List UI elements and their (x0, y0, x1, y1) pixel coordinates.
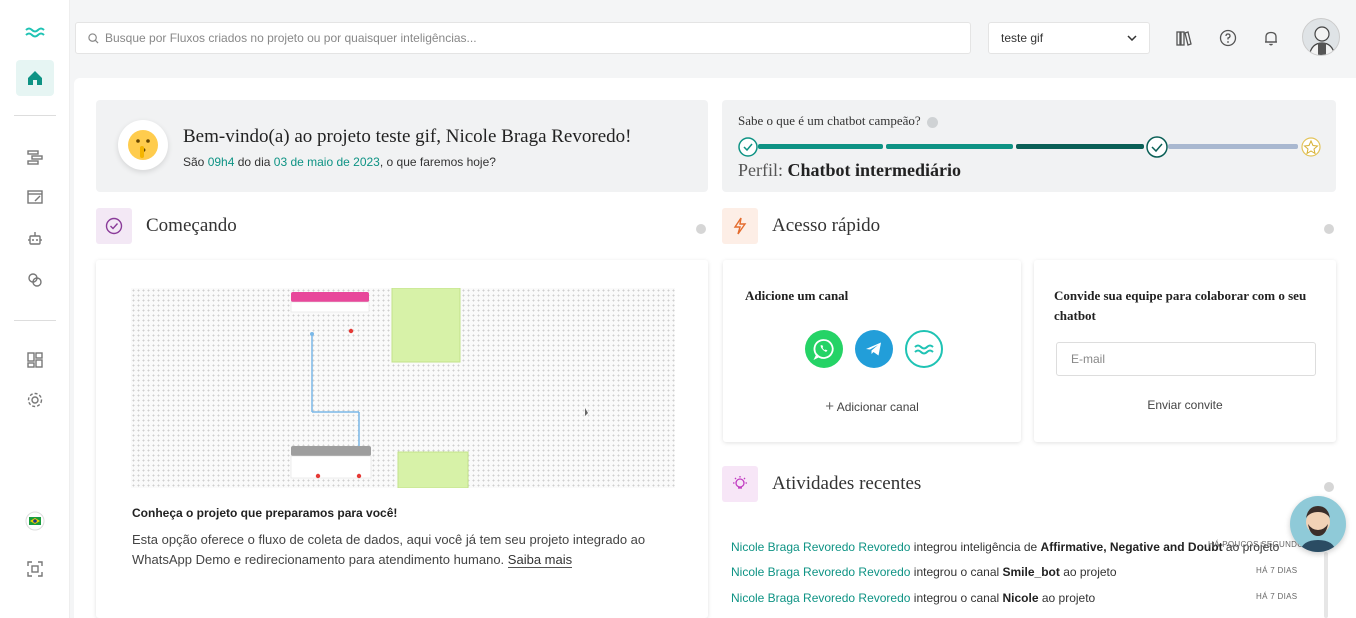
add-channel-card: Adicione um canal + Adicionar canal (723, 260, 1021, 442)
activity-time: HÁ 7 DIAS (1256, 592, 1298, 601)
section-recent-title: Atividades recentes (772, 473, 922, 494)
info-icon[interactable] (1324, 224, 1334, 234)
sidebar-divider (14, 115, 56, 116)
check-circle-icon (96, 208, 132, 244)
activity-item: Nicole Braga Revoredo Revoredo integrou … (731, 591, 1095, 605)
info-icon[interactable] (696, 224, 706, 234)
progress-check-start-icon (738, 137, 758, 157)
activity-user[interactable]: Nicole Braga Revoredo Revoredo (731, 540, 910, 554)
profile-label: Perfil: (738, 160, 783, 180)
champion-title-text: Sabe o que é um chatbot campeão? (738, 113, 921, 128)
assistant-bot-button[interactable] (1290, 496, 1346, 552)
lightbulb-icon (722, 466, 758, 502)
add-channel-title: Adicione um canal (745, 288, 849, 303)
welcome-date: 03 de maio de 2023 (273, 155, 380, 169)
search-bar[interactable] (75, 22, 971, 54)
profile-level: Perfil: Chatbot intermediário (738, 160, 961, 181)
activity-target: Nicole (1002, 591, 1039, 605)
search-icon (88, 32, 99, 44)
welcome-card: Bem-vindo(a) ao projeto teste gif, Nicol… (96, 100, 708, 192)
sidebar (0, 0, 70, 618)
email-field[interactable] (1056, 342, 1316, 376)
activity-action: integrou inteligência de (910, 540, 1041, 554)
activity-time: HÁ 7 DIAS (1256, 566, 1298, 575)
whatsapp-icon[interactable] (805, 330, 843, 368)
section-recent-header: Atividades recentes (722, 466, 921, 502)
activity-item: Nicole Braga Revoredo Revoredo integrou … (731, 565, 1117, 579)
section-starting-title: Começando (146, 215, 237, 236)
dashboard-icon[interactable] (16, 342, 54, 378)
info-icon[interactable] (1324, 482, 1334, 492)
progress-star-icon (1301, 137, 1321, 157)
welcome-subtitle: São 09h4 do dia 03 de maio de 2023, o qu… (183, 155, 496, 169)
plus-icon: + (825, 398, 835, 415)
invite-title: Convide sua equipe para colaborar com o … (1054, 288, 1307, 323)
activity-user[interactable]: Nicole Braga Revoredo Revoredo (731, 591, 910, 605)
activity-suffix: ao projeto (1059, 565, 1117, 579)
activity-user[interactable]: Nicole Braga Revoredo Revoredo (731, 565, 910, 579)
activity-action: integrou o canal (910, 565, 1003, 579)
welcome-time: 09h4 (207, 155, 235, 169)
settings-gear-icon[interactable] (16, 382, 54, 418)
starting-project-card: Conheça o projeto que preparamos para vo… (96, 260, 708, 618)
search-input[interactable] (105, 31, 955, 45)
champion-progress-bar (738, 136, 1321, 158)
section-starting-header: Começando (96, 208, 237, 244)
flow-preview-image[interactable] (131, 288, 675, 488)
top-bar: teste gif (70, 0, 1356, 78)
blip-logo-icon[interactable] (16, 14, 54, 50)
fullscreen-icon[interactable] (16, 551, 54, 587)
home-icon[interactable] (16, 60, 54, 96)
add-channel-button[interactable]: + Adicionar canal (723, 398, 1021, 415)
welcome-sub-mid: do dia (234, 155, 274, 169)
blip-chat-icon[interactable] (905, 330, 943, 368)
progress-check-current-icon (1146, 136, 1168, 158)
activity-time: HÁ POUCOS SEGUNDOS (1208, 540, 1310, 549)
starting-heading: Conheça o projeto que preparamos para vo… (132, 506, 398, 520)
chevron-down-icon (1127, 35, 1137, 41)
robot-icon[interactable] (16, 221, 54, 257)
lightning-icon (722, 208, 758, 244)
send-invite-button[interactable]: Enviar convite (1034, 398, 1336, 412)
activity-target: Affirmative, Negative and Doubt (1040, 540, 1223, 554)
activity-target: Smile_bot (1002, 565, 1060, 579)
content-editor-icon[interactable] (16, 179, 54, 215)
info-icon[interactable] (926, 116, 938, 128)
integrations-icon[interactable] (16, 262, 54, 298)
user-avatar[interactable] (1302, 18, 1340, 56)
notifications-bell-icon[interactable] (1259, 26, 1283, 50)
sidebar-divider (14, 320, 56, 321)
chatbot-champion-card: Sabe o que é um chatbot campeão? Perfil:… (722, 100, 1336, 192)
add-channel-label: Adicionar canal (836, 400, 919, 414)
flows-icon[interactable] (16, 139, 54, 175)
project-select[interactable]: teste gif (988, 22, 1150, 54)
help-icon[interactable] (1216, 26, 1240, 50)
activity-action: integrou o canal (910, 591, 1003, 605)
starting-description: Esta opção oferece o fluxo de coleta de … (132, 530, 677, 570)
section-quick-access-title: Acesso rápido (772, 215, 881, 236)
welcome-sub-suffix: , o que faremos hoje? (379, 155, 496, 169)
library-icon[interactable] (1172, 26, 1196, 50)
section-quick-access-header: Acesso rápido (722, 208, 880, 244)
shushing-face-emoji-icon (118, 120, 168, 170)
main-panel: Bem-vindo(a) ao projeto teste gif, Nicol… (74, 78, 1356, 618)
project-select-value: teste gif (1001, 31, 1044, 45)
activity-item: Nicole Braga Revoredo Revoredo integrou … (731, 540, 1279, 554)
activities-scrollbar[interactable] (1324, 552, 1328, 618)
invite-team-card: Convide sua equipe para colaborar com o … (1034, 260, 1336, 442)
activity-suffix: ao projeto (1038, 591, 1096, 605)
champion-title: Sabe o que é um chatbot campeão? (738, 113, 938, 129)
welcome-title: Bem-vindo(a) ao projeto teste gif, Nicol… (183, 126, 632, 147)
welcome-sub-prefix: São (183, 155, 208, 169)
profile-value: Chatbot intermediário (787, 160, 961, 180)
learn-more-link[interactable]: Saiba mais (507, 552, 573, 568)
brazil-flag-icon[interactable] (16, 503, 54, 539)
telegram-icon[interactable] (855, 330, 893, 368)
